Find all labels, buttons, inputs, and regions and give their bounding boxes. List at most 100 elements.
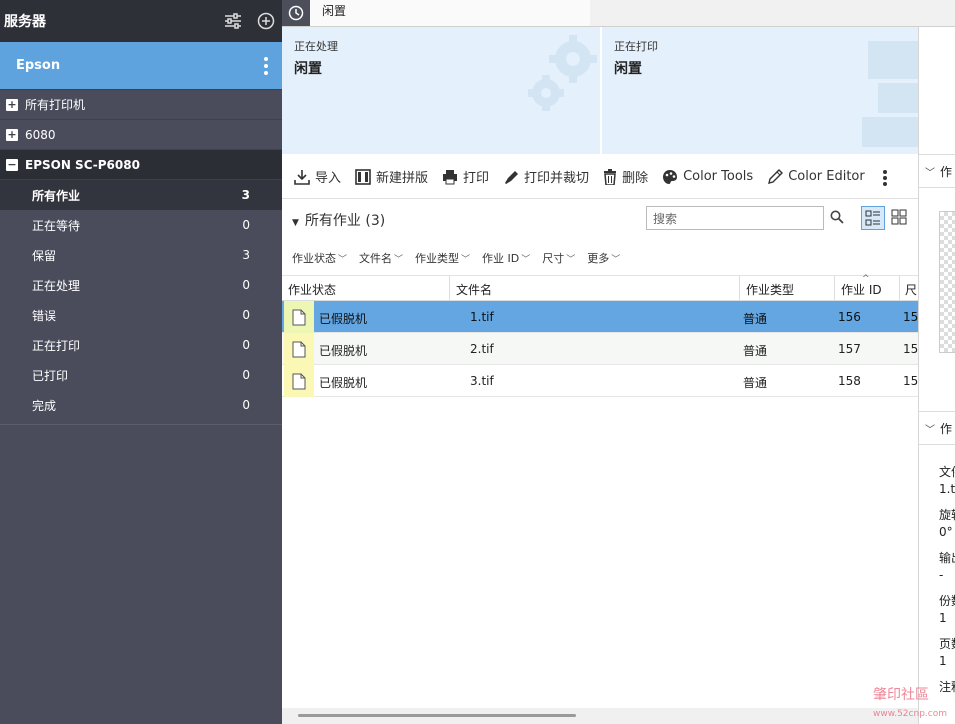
chevron-down-icon: ﹀ <box>611 254 621 265</box>
filter-job-type[interactable]: 作业类型 ﹀ <box>415 250 470 266</box>
group-6080[interactable]: + 6080 <box>0 120 282 150</box>
chevron-down-icon: ﹀ <box>394 254 404 265</box>
column-divider[interactable] <box>899 276 900 301</box>
chevron-down-icon: ﹀ <box>925 424 935 436</box>
column-divider[interactable] <box>834 276 835 301</box>
cell-job-type: 普通 <box>743 312 768 326</box>
color-tools-button[interactable]: Color Tools <box>662 169 753 185</box>
sidebar: 服务器 Epson + 所有打印机 + 6080 − EPSON SC-P608… <box>0 0 282 724</box>
color-editor-button[interactable]: Color Editor <box>767 168 865 185</box>
column-job-status[interactable]: 作业状态 <box>288 281 336 298</box>
print-label: 打印 <box>463 171 490 186</box>
clock-icon[interactable] <box>282 0 310 26</box>
sidebar-item-printed[interactable]: 已打印 0 <box>0 360 282 390</box>
sidebar-item-processing[interactable]: 正在处理 0 <box>0 270 282 300</box>
processing-pane: 正在处理 闲置 <box>282 27 600 154</box>
field-label: 份数 <box>939 594 955 608</box>
sidebar-item-error[interactable]: 错误 0 <box>0 300 282 330</box>
list-view-icon[interactable] <box>861 206 885 230</box>
filter-more[interactable]: 更多 ﹀ <box>587 250 620 266</box>
job-details-panel: ﹀作 ﹀作 文件 1.ti 旋转 0° 输出 - 份数 1 页数 1 注释 <box>918 27 955 724</box>
table-row[interactable]: 已假脱机 2.tif 普通 157 15 <box>282 333 918 365</box>
filter-label: 尺寸 <box>542 251 565 265</box>
field-label: 输出 <box>939 551 955 565</box>
filter-file-name[interactable]: 文件名 ﹀ <box>359 250 403 266</box>
table-row[interactable]: 已假脱机 1.tif 普通 156 15 <box>282 301 918 333</box>
sidebar-item-held[interactable]: 保留 3 <box>0 240 282 270</box>
horizontal-scrollbar[interactable] <box>282 708 918 724</box>
sidebar-item-label: 正在处理 <box>32 278 81 293</box>
document-icon <box>284 365 314 397</box>
column-divider[interactable] <box>739 276 740 301</box>
column-divider[interactable] <box>449 276 450 301</box>
palette-icon <box>663 169 678 184</box>
scrollbar-thumb[interactable] <box>298 714 576 717</box>
sidebar-item-label: 保留 <box>32 248 57 263</box>
sidebar-item-printing[interactable]: 正在打印 0 <box>0 330 282 360</box>
sidebar-header: 服务器 <box>0 0 282 42</box>
filter-size[interactable]: 尺寸 ﹀ <box>542 250 575 266</box>
delete-button[interactable]: 删除 <box>603 167 648 186</box>
add-circle-icon[interactable] <box>256 11 276 31</box>
watermark-url: www.52cnp.com <box>872 709 947 719</box>
sidebar-divider <box>0 424 282 425</box>
print-and-cut-label: 打印并裁切 <box>524 171 590 186</box>
color-tools-label: Color Tools <box>683 169 754 184</box>
section-title: 作 <box>940 164 953 179</box>
print-button[interactable]: 打印 <box>442 167 489 186</box>
server-name: Epson <box>16 58 61 73</box>
field-value: 1 <box>939 654 947 668</box>
expand-icon[interactable]: + <box>6 98 18 111</box>
filter-settings-icon[interactable] <box>223 11 243 31</box>
collapse-triangle-icon[interactable]: ▼ <box>292 218 299 228</box>
filter-job-id[interactable]: 作业 ID ﹀ <box>482 250 530 266</box>
more-vertical-icon[interactable] <box>882 169 888 190</box>
group-epson-sc-p6080[interactable]: − EPSON SC-P6080 <box>0 150 282 180</box>
list-title[interactable]: ▼ 所有作业 (3) <box>292 210 385 230</box>
expand-icon[interactable]: + <box>6 128 18 141</box>
watermark-text: 肇印社區 <box>872 687 929 703</box>
column-size[interactable]: 尺 <box>905 281 917 298</box>
color-editor-label: Color Editor <box>788 169 865 184</box>
chevron-down-icon: ﹀ <box>521 254 531 265</box>
sidebar-item-count: 0 <box>242 338 250 352</box>
document-icon <box>284 333 314 365</box>
sidebar-item-count: 0 <box>242 278 250 292</box>
sidebar-item-completed[interactable]: 完成 0 <box>0 390 282 420</box>
table-row[interactable]: 已假脱机 3.tif 普通 158 15 <box>282 365 918 397</box>
cell-job-id: 157 <box>838 342 861 356</box>
chevron-down-icon: ﹀ <box>338 254 348 265</box>
job-toolbar: 导入 新建拼版 打印 打印并裁切 删除 Color Tools Color Ed… <box>282 155 918 199</box>
filter-label: 文件名 <box>359 251 393 265</box>
search-icon[interactable] <box>830 210 844 227</box>
print-and-cut-button[interactable]: 打印并裁切 <box>503 167 589 186</box>
preview-section-header[interactable]: ﹀ 作 <box>919 154 955 188</box>
column-job-type[interactable]: 作业类型 <box>746 281 794 298</box>
column-file-name[interactable]: 文件名 <box>456 281 492 298</box>
collapse-icon[interactable]: − <box>6 158 18 171</box>
field-value: 1.ti <box>939 482 955 496</box>
sidebar-item-count: 0 <box>242 398 250 412</box>
filter-job-status[interactable]: 作业状态 ﹀ <box>292 250 347 266</box>
cell-job-status: 已假脱机 <box>319 376 368 390</box>
preview-thumbnail <box>939 211 955 353</box>
sidebar-item-all-jobs[interactable]: 所有作业 3 <box>0 180 282 210</box>
printing-pane: 正在打印 闲置 <box>602 27 918 154</box>
more-vertical-icon[interactable] <box>260 56 272 76</box>
search-input[interactable]: 搜索 <box>646 206 824 230</box>
status-panel: 正在处理 闲置 正在打印 闲置 <box>282 27 918 154</box>
group-label: 所有打印机 <box>25 98 86 112</box>
new-layout-button[interactable]: 新建拼版 <box>355 167 428 186</box>
server-entry[interactable]: Epson <box>0 42 282 89</box>
info-section-header[interactable]: ﹀ 作 <box>919 411 955 445</box>
tab-idle[interactable]: 闲置 <box>310 0 590 26</box>
field-value: 0° <box>939 525 953 539</box>
watermark: 肇印社區 www.52cnp.com <box>873 684 947 720</box>
chevron-down-icon: ﹀ <box>566 254 576 265</box>
group-all-printers[interactable]: + 所有打印机 <box>0 90 282 120</box>
grid-view-icon[interactable] <box>891 209 907 228</box>
chevron-down-icon: ﹀ <box>925 167 935 179</box>
table-header: 作业状态 文件名 作业类型 作业 ID ^ 尺 <box>282 274 918 301</box>
import-button[interactable]: 导入 <box>294 167 341 186</box>
sidebar-item-waiting[interactable]: 正在等待 0 <box>0 210 282 240</box>
